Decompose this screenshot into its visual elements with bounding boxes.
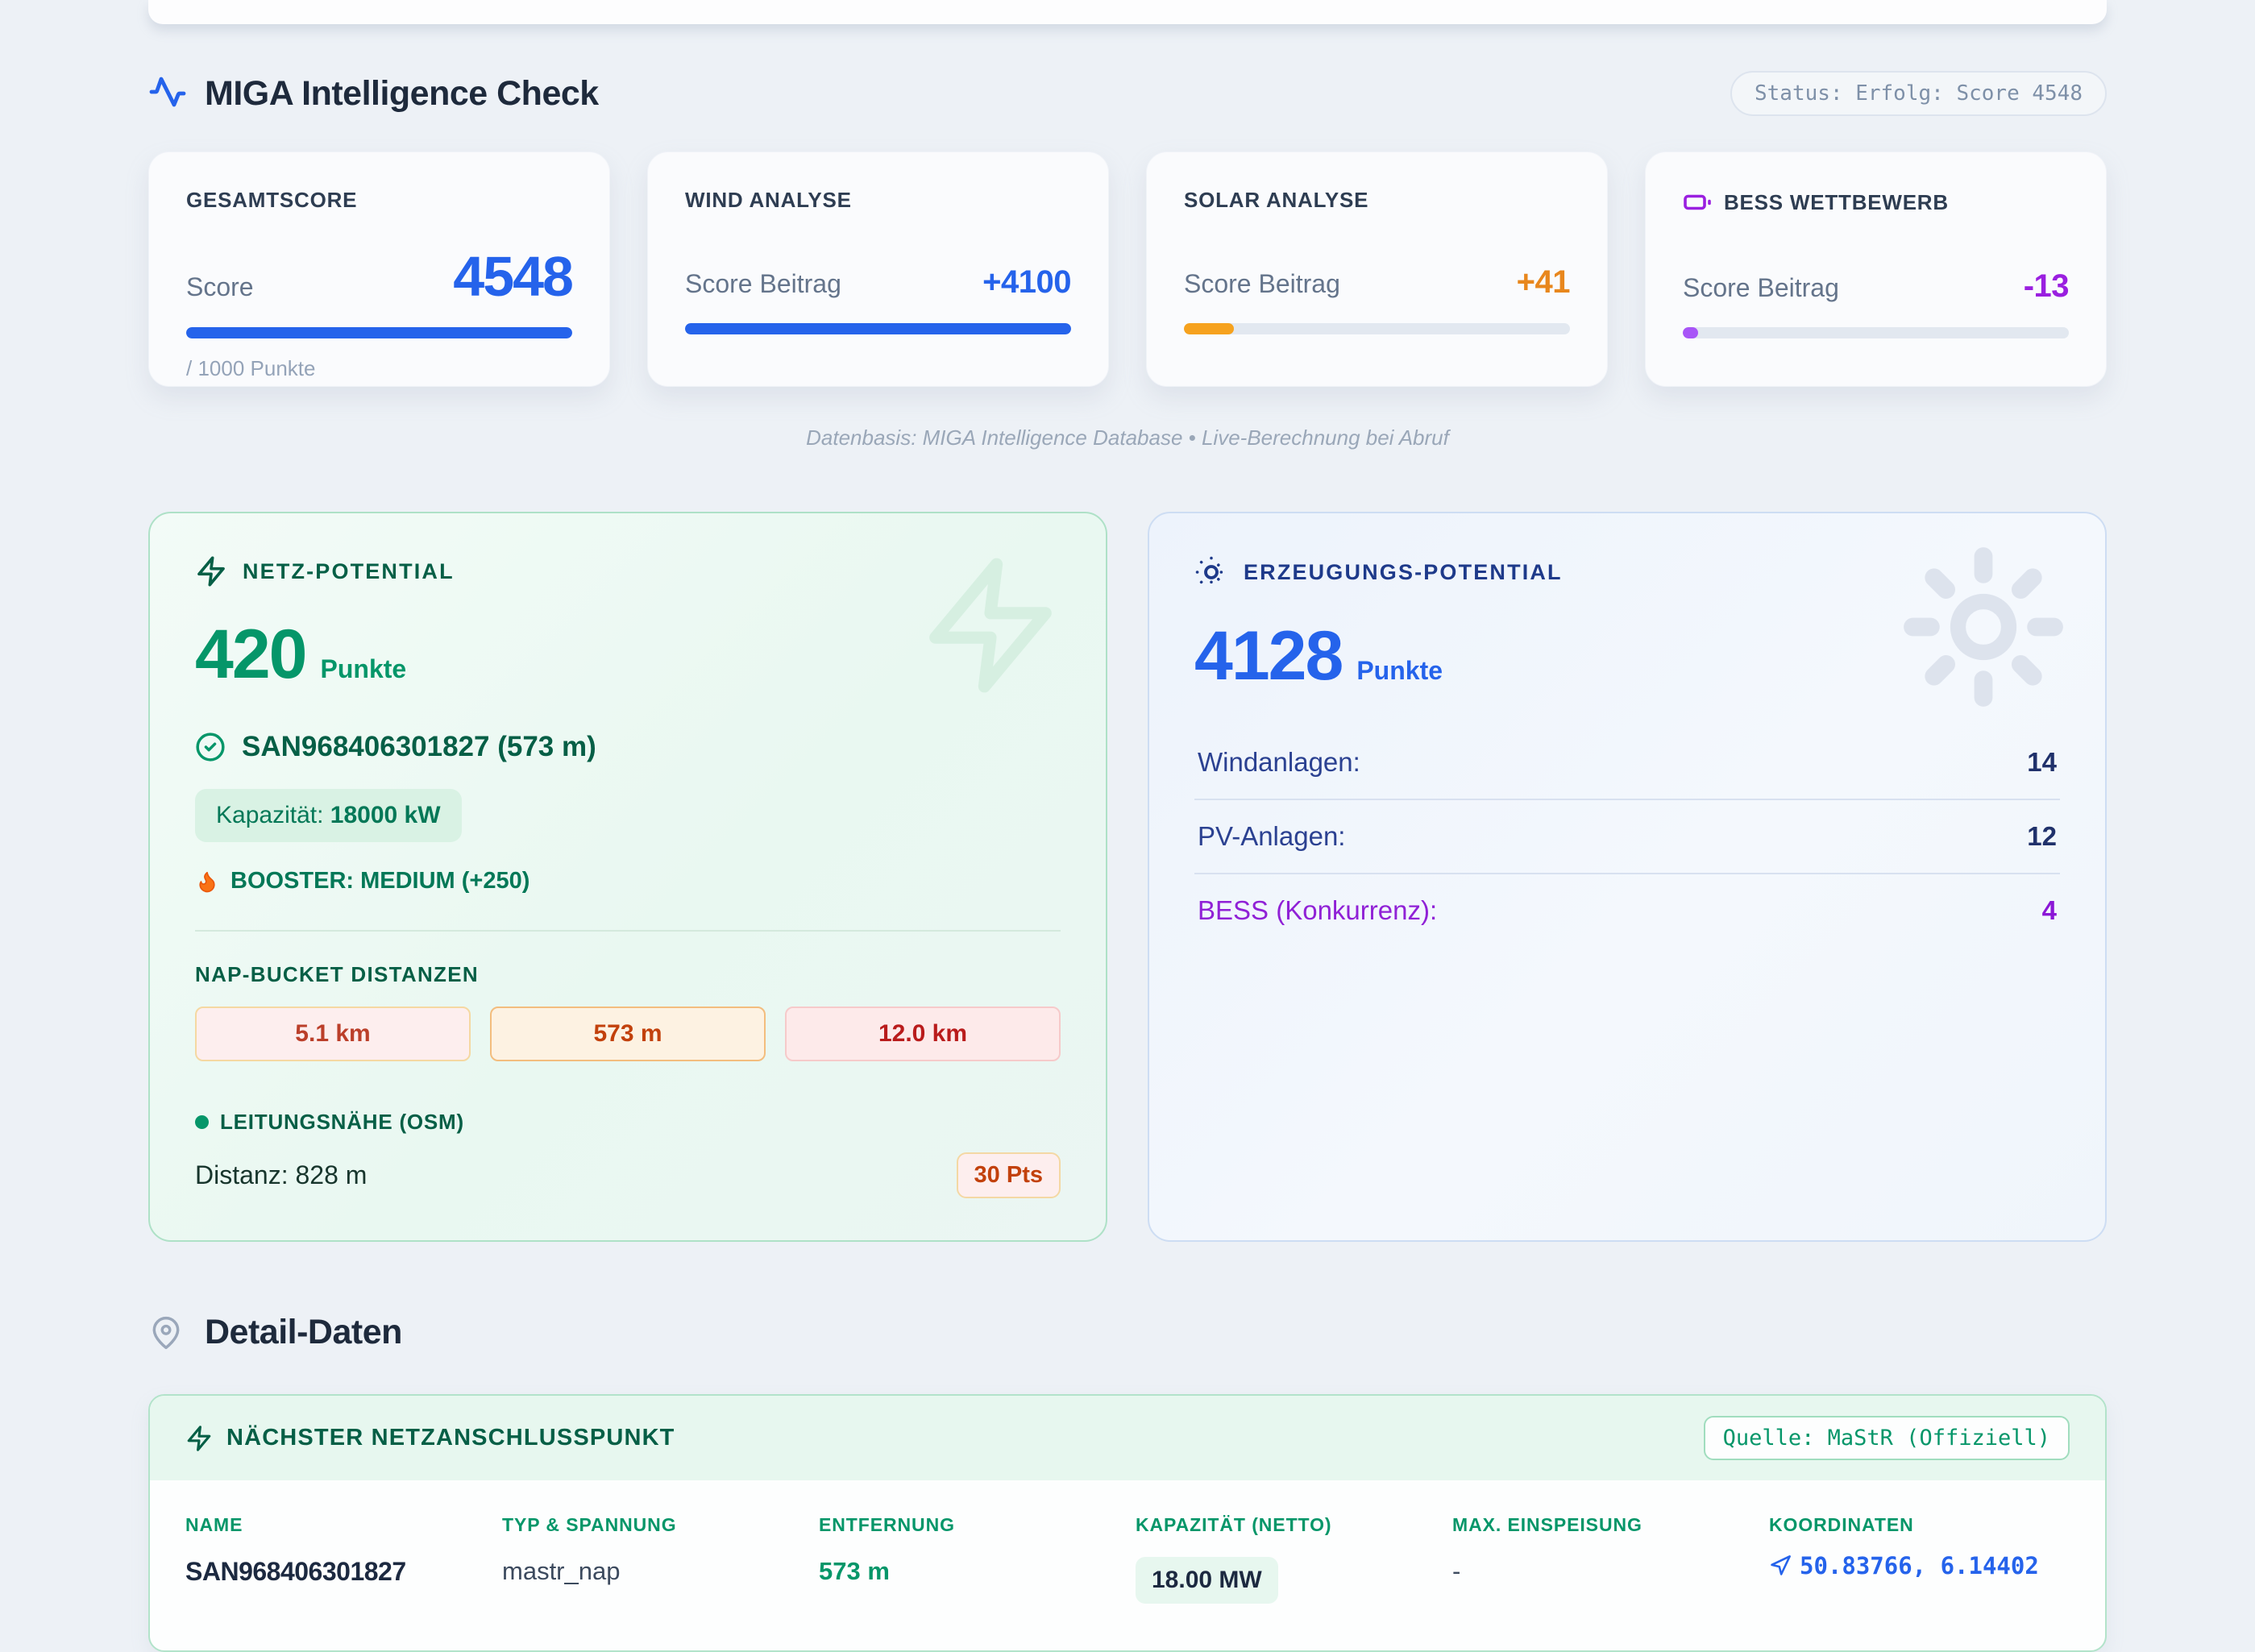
nap-detail-card: NÄCHSTER NETZANSCHLUSSPUNKT Quelle: MaSt…	[148, 1394, 2107, 1652]
nap-card-header: NÄCHSTER NETZANSCHLUSSPUNKT Quelle: MaSt…	[150, 1396, 2105, 1480]
column-value-chip: 18.00 MW	[1136, 1557, 1278, 1604]
row-value: 4	[2042, 895, 2057, 926]
capacity-chip: Kapazität: 18000 kW	[195, 789, 462, 842]
points-badge: 30 Pts	[957, 1152, 1061, 1198]
column-label: KAPAZITÄT (NETTO)	[1136, 1514, 1436, 1536]
column-koordinaten: KOORDINATEN 50.83766, 6.14402	[1769, 1514, 2070, 1604]
nap-card-title: NÄCHSTER NETZANSCHLUSSPUNKT	[226, 1425, 675, 1451]
column-label: ENTFERNUNG	[819, 1514, 1119, 1536]
detail-section-title: Detail-Daten	[205, 1313, 402, 1352]
erzeugung-points-value: 4128	[1194, 621, 1342, 691]
booster-label: BOOSTER: MEDIUM (+250)	[230, 868, 529, 894]
progress-bar	[1683, 327, 2069, 338]
column-value: mastr_nap	[502, 1557, 803, 1586]
capacity-value: 18000 kW	[330, 802, 441, 828]
solar-score-value: +41	[1517, 264, 1570, 301]
total-score-value: 4548	[453, 248, 572, 305]
bess-score-value: -13	[2024, 268, 2069, 305]
column-name: NAME SAN968406301827	[185, 1514, 486, 1604]
row-label: BESS (Konkurrenz):	[1198, 895, 1437, 926]
page: MIGA Intelligence Check Status: Erfolg: …	[0, 0, 2255, 1652]
line-proximity-title: LEITUNGSNÄHE (OSM)	[220, 1110, 464, 1135]
netz-points-unit: Punkte	[321, 654, 407, 684]
green-dot-icon	[195, 1115, 209, 1129]
zap-icon	[185, 1425, 213, 1452]
card-solar-analyse: SOLAR ANALYSE Score Beitrag +41	[1146, 152, 1608, 387]
card-wind-analyse: WIND ANALYSE Score Beitrag +4100	[647, 152, 1109, 387]
bucket-chip: 12.0 km	[785, 1007, 1061, 1061]
netz-points-value: 420	[195, 620, 306, 689]
bucket-chip: 573 m	[490, 1007, 766, 1061]
divider	[195, 930, 1061, 932]
erzeugung-rows: Windanlagen: 14 PV-Anlagen: 12 BESS (Kon…	[1194, 726, 2060, 947]
score-label: Score Beitrag	[685, 269, 841, 299]
score-cards-row: GESAMTSCORE Score 4548 / 1000 Punkte WIN…	[148, 152, 2107, 387]
score-footnote: / 1000 Punkte	[186, 356, 572, 381]
status-badge: Status: Erfolg: Score 4548	[1730, 71, 2107, 116]
wind-score-value: +4100	[982, 264, 1071, 301]
column-max-einspeisung: MAX. EINSPEISUNG -	[1452, 1514, 1753, 1604]
nap-card-body: NAME SAN968406301827 TYP & SPANNUNG mast…	[150, 1480, 2105, 1650]
row-windanlagen: Windanlagen: 14	[1194, 726, 2060, 800]
column-kapazitaet: KAPAZITÄT (NETTO) 18.00 MW	[1136, 1514, 1436, 1604]
detail-section-header: Detail-Daten	[148, 1313, 2107, 1352]
erzeugungs-potential-panel: ERZEUGUNGS-POTENTIAL 4128 Punkte Windanl…	[1148, 512, 2107, 1242]
nap-bucket-title: NAP-BUCKET DISTANZEN	[195, 962, 1061, 987]
row-label: Windanlagen:	[1198, 747, 1360, 778]
score-label: Score Beitrag	[1683, 273, 1839, 303]
column-value: -	[1452, 1557, 1753, 1586]
bucket-chip: 5.1 km	[195, 1007, 471, 1061]
column-entfernung: ENTFERNUNG 573 m	[819, 1514, 1119, 1604]
flame-icon	[195, 870, 219, 894]
capacity-label: Kapazität:	[216, 802, 323, 828]
navigation-arrow-icon	[1769, 1554, 1792, 1577]
header: MIGA Intelligence Check Status: Erfolg: …	[148, 0, 2107, 116]
progress-bar	[1184, 323, 1570, 334]
card-bess-wettbewerb: BESS WETTBEWERB Score Beitrag -13	[1645, 152, 2107, 387]
datasource-note: Datenbasis: MIGA Intelligence Database •…	[148, 425, 2107, 450]
progress-bar	[685, 323, 1071, 334]
row-pv-anlagen: PV-Anlagen: 12	[1194, 800, 2060, 874]
row-bess-konkurrenz: BESS (Konkurrenz): 4	[1194, 874, 2060, 947]
column-value: SAN968406301827	[185, 1557, 486, 1587]
station-id: SAN968406301827 (573 m)	[242, 731, 596, 763]
column-typ-spannung: TYP & SPANNUNG mastr_nap	[502, 1514, 803, 1604]
card-gesamtscore: GESAMTSCORE Score 4548 / 1000 Punkte	[148, 152, 610, 387]
row-value: 12	[2027, 821, 2057, 852]
page-title: MIGA Intelligence Check	[205, 74, 599, 114]
coordinates-link[interactable]: 50.83766, 6.14402	[1769, 1552, 2070, 1579]
row-label: PV-Anlagen:	[1198, 821, 1345, 852]
coordinates-text: 50.83766, 6.14402	[1800, 1552, 2039, 1579]
card-title: BESS WETTBEWERB	[1724, 190, 1949, 215]
nap-bucket-chips: 5.1 km 573 m 12.0 km	[195, 1007, 1061, 1061]
score-label: Score Beitrag	[1184, 269, 1340, 299]
activity-pulse-icon	[148, 74, 187, 113]
source-badge: Quelle: MaStR (Offiziell)	[1704, 1416, 2070, 1460]
netz-potential-panel: NETZ-POTENTIAL 420 Punkte SAN96840630182…	[148, 512, 1107, 1242]
score-label: Score	[186, 272, 254, 302]
panel-title: NETZ-POTENTIAL	[243, 559, 455, 584]
column-label: KOORDINATEN	[1769, 1514, 2070, 1536]
column-label: TYP & SPANNUNG	[502, 1514, 803, 1536]
column-value: 573 m	[819, 1557, 1119, 1586]
check-circle-icon	[195, 732, 226, 762]
card-title: GESAMTSCORE	[186, 188, 357, 213]
battery-icon	[1683, 188, 1712, 217]
panel-title: ERZEUGUNGS-POTENTIAL	[1244, 560, 1563, 585]
column-label: MAX. EINSPEISUNG	[1452, 1514, 1753, 1536]
distance-value: Distanz: 828 m	[195, 1160, 367, 1190]
zap-icon	[195, 555, 227, 587]
potential-panels: NETZ-POTENTIAL 420 Punkte SAN96840630182…	[148, 512, 2107, 1242]
card-title: SOLAR ANALYSE	[1184, 188, 1368, 213]
card-title: WIND ANALYSE	[685, 188, 852, 213]
map-pin-icon	[148, 1315, 184, 1351]
sun-icon	[1194, 555, 1228, 589]
row-value: 14	[2027, 747, 2057, 778]
column-label: NAME	[185, 1514, 486, 1536]
erzeugung-points-unit: Punkte	[1356, 656, 1443, 686]
progress-bar	[186, 327, 572, 338]
